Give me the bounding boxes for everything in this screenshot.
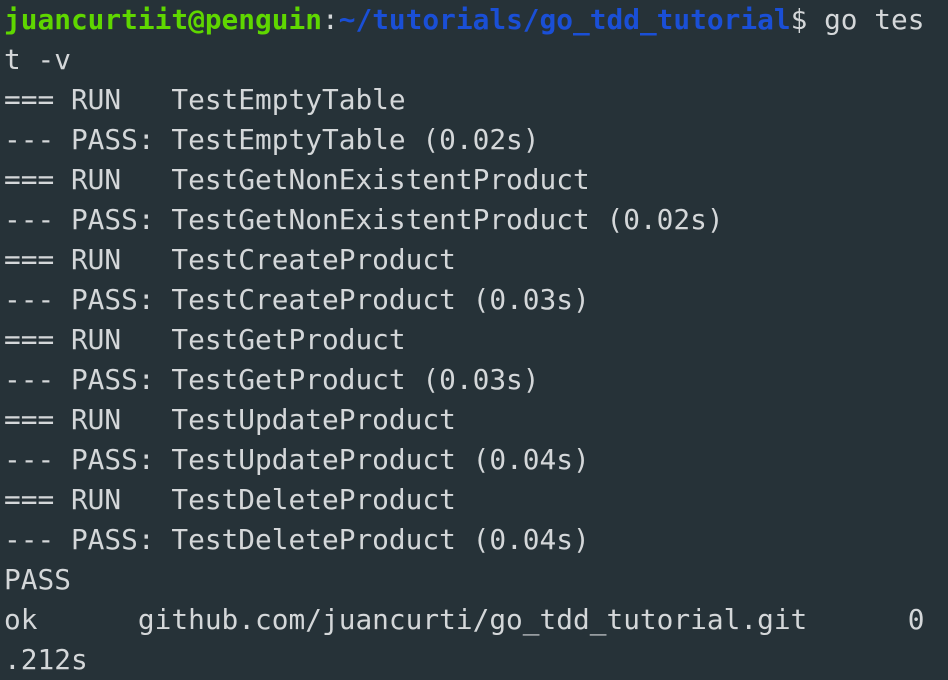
output-line: === RUN TestUpdateProduct bbox=[4, 403, 456, 436]
prompt-colon: : bbox=[321, 3, 339, 36]
prompt-line: juancurtiit@penguin:~/tutorials/go_tdd_t… bbox=[4, 0, 948, 40]
output-line: --- PASS: TestEmptyTable (0.02s) bbox=[4, 123, 540, 156]
output-line: .212s bbox=[4, 643, 88, 676]
output-line: === RUN TestGetProduct bbox=[4, 323, 406, 356]
prompt-path: ~/tutorials/go_tdd_tutorial bbox=[338, 3, 791, 36]
output-line: --- PASS: TestDeleteProduct (0.04s) bbox=[4, 523, 590, 556]
terminal-window[interactable]: juancurtiit@penguin:~/tutorials/go_tdd_t… bbox=[0, 0, 948, 676]
output-line: t -v bbox=[4, 43, 71, 76]
output-line: --- PASS: TestGetProduct (0.03s) bbox=[4, 363, 540, 396]
output-line: --- PASS: TestCreateProduct (0.03s) bbox=[4, 283, 590, 316]
output-line: --- PASS: TestGetNonExistentProduct (0.0… bbox=[4, 203, 724, 236]
output-line: === RUN TestGetNonExistentProduct bbox=[4, 163, 590, 196]
output-line: === RUN TestCreateProduct bbox=[4, 243, 456, 276]
output-line: === RUN TestEmptyTable bbox=[4, 83, 406, 116]
prompt-dollar: $ bbox=[790, 3, 808, 36]
output-line: ok github.com/juancurti/go_tdd_tutorial.… bbox=[4, 603, 925, 636]
prompt-user-host: juancurtiit@penguin bbox=[4, 3, 322, 36]
output-line: === RUN TestDeleteProduct bbox=[4, 483, 456, 516]
command-text: go tes bbox=[807, 3, 925, 36]
output-line: --- PASS: TestUpdateProduct (0.04s) bbox=[4, 443, 590, 476]
output-line: PASS bbox=[4, 563, 71, 596]
